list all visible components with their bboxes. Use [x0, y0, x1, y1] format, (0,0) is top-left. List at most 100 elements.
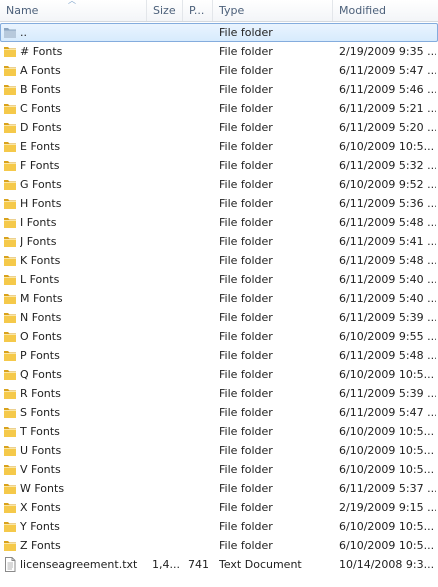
file-type: Text Document — [219, 558, 302, 571]
file-type: File folder — [219, 406, 273, 419]
folder-icon — [3, 234, 17, 249]
folder-icon — [3, 500, 17, 515]
file-modified: 6/11/2009 5:40 ... — [339, 273, 436, 286]
folder-icon — [3, 158, 17, 173]
folder-row[interactable]: M Fonts File folder 6/11/2009 5:40 ... — [0, 289, 438, 308]
file-p — [188, 23, 212, 42]
file-name: B Fonts — [20, 83, 61, 96]
file-name: E Fonts — [20, 140, 61, 153]
file-name: Z Fonts — [20, 539, 61, 552]
file-size — [152, 194, 184, 213]
file-modified: 6/11/2009 5:41 ... — [339, 235, 436, 248]
file-size — [152, 365, 184, 384]
folder-row[interactable]: D Fonts File folder 6/11/2009 5:20 ... — [0, 118, 438, 137]
folder-row[interactable]: S Fonts File folder 6/11/2009 5:47 ... — [0, 403, 438, 422]
file-type: File folder — [219, 387, 273, 400]
folder-icon — [3, 196, 17, 211]
file-list-view: ︿ Name Size P... Type Modified .. File fo… — [0, 0, 438, 587]
folder-row[interactable]: B Fonts File folder 6/11/2009 5:46 ... — [0, 80, 438, 99]
file-modified — [339, 23, 436, 42]
folder-row[interactable]: Q Fonts File folder 6/10/2009 10:5... — [0, 365, 438, 384]
column-header-size[interactable]: Size — [147, 0, 183, 21]
folder-icon — [3, 538, 17, 553]
file-type: File folder — [219, 520, 273, 533]
folder-row[interactable]: W Fonts File folder 6/11/2009 5:37 ... — [0, 479, 438, 498]
file-p — [188, 308, 212, 327]
file-name: Y Fonts — [20, 520, 60, 533]
file-modified: 6/10/2009 10:5... — [339, 463, 435, 476]
folder-row[interactable]: Y Fonts File folder 6/10/2009 10:5... — [0, 517, 438, 536]
folder-row[interactable]: C Fonts File folder 6/11/2009 5:21 ... — [0, 99, 438, 118]
file-name: X Fonts — [20, 501, 61, 514]
file-p — [188, 460, 212, 479]
file-size: 1,4... — [152, 558, 180, 571]
file-p — [188, 479, 212, 498]
file-name: D Fonts — [20, 121, 62, 134]
folder-row[interactable]: H Fonts File folder 6/11/2009 5:36 ... — [0, 194, 438, 213]
folder-row[interactable]: N Fonts File folder 6/11/2009 5:39 ... — [0, 308, 438, 327]
file-size — [152, 517, 184, 536]
file-p — [188, 118, 212, 137]
file-name: T Fonts — [20, 425, 60, 438]
folder-icon — [3, 63, 17, 78]
folder-row[interactable]: P Fonts File folder 6/11/2009 5:48 ... — [0, 346, 438, 365]
folder-row[interactable]: G Fonts File folder 6/10/2009 9:52 ... — [0, 175, 438, 194]
file-size — [152, 460, 184, 479]
folder-row[interactable]: K Fonts File folder 6/11/2009 5:48 ... — [0, 251, 438, 270]
file-size — [152, 422, 184, 441]
file-name: C Fonts — [20, 102, 61, 115]
file-name: V Fonts — [20, 463, 61, 476]
file-row[interactable]: licenseagreement.txt 1,4... 741 Text Docume… — [0, 555, 438, 574]
file-type: File folder — [219, 102, 273, 115]
file-size — [152, 232, 184, 251]
file-name: A Fonts — [20, 64, 61, 77]
file-p — [188, 99, 212, 118]
file-modified: 6/10/2009 10:5... — [339, 368, 435, 381]
folder-icon — [3, 329, 17, 344]
file-modified: 6/11/2009 5:20 ... — [339, 121, 436, 134]
column-header-p[interactable]: P... — [183, 0, 213, 21]
folder-icon — [3, 367, 17, 382]
folder-row[interactable]: J Fonts File folder 6/11/2009 5:41 ... — [0, 232, 438, 251]
column-header-type[interactable]: Type — [213, 0, 333, 21]
folder-icon — [3, 215, 17, 230]
folder-row[interactable]: R Fonts File folder 6/11/2009 5:39 ... — [0, 384, 438, 403]
folder-row[interactable]: V Fonts File folder 6/10/2009 10:5... — [0, 460, 438, 479]
file-type: File folder — [219, 254, 273, 267]
file-name: G Fonts — [20, 178, 62, 191]
file-p — [188, 175, 212, 194]
folder-row[interactable]: T Fonts File folder 6/10/2009 10:5... — [0, 422, 438, 441]
file-type: File folder — [219, 140, 273, 153]
folder-row[interactable]: Z Fonts File folder 6/10/2009 10:5... — [0, 536, 438, 555]
file-type: File folder — [219, 330, 273, 343]
file-type: File folder — [219, 444, 273, 457]
file-modified: 6/10/2009 10:5... — [339, 539, 435, 552]
folder-row[interactable]: A Fonts File folder 6/11/2009 5:47 ... — [0, 61, 438, 80]
folder-icon — [3, 519, 17, 534]
folder-row[interactable]: X Fonts File folder 2/19/2009 9:15 ... — [0, 498, 438, 517]
file-type: File folder — [219, 292, 273, 305]
folder-row[interactable]: O Fonts File folder 6/10/2009 9:55 ... — [0, 327, 438, 346]
folder-row[interactable]: I Fonts File folder 6/11/2009 5:48 ... — [0, 213, 438, 232]
file-name: .. — [20, 26, 27, 39]
file-type: File folder — [219, 83, 273, 96]
up-folder-icon — [3, 25, 17, 40]
folder-icon — [3, 82, 17, 97]
column-header-modified[interactable]: Modified — [333, 0, 438, 21]
file-type: File folder — [219, 159, 273, 172]
column-header-name[interactable]: ︿ Name — [0, 0, 147, 21]
folder-row[interactable]: # Fonts File folder 2/19/2009 9:35 ... — [0, 42, 438, 61]
file-p — [188, 42, 212, 61]
folder-row[interactable]: U Fonts File folder 6/10/2009 10:5... — [0, 441, 438, 460]
file-size — [152, 384, 184, 403]
folder-icon — [3, 291, 17, 306]
file-name: I Fonts — [20, 216, 57, 229]
file-p — [188, 61, 212, 80]
folder-row[interactable]: F Fonts File folder 6/11/2009 5:32 ... — [0, 156, 438, 175]
folder-row[interactable]: L Fonts File folder 6/11/2009 5:40 ... — [0, 270, 438, 289]
file-p — [188, 156, 212, 175]
file-modified: 2/19/2009 9:35 ... — [339, 45, 436, 58]
folder-row[interactable]: E Fonts File folder 6/10/2009 10:5... — [0, 137, 438, 156]
folder-icon — [3, 253, 17, 268]
parent-folder-row[interactable]: .. File folder — [0, 23, 438, 42]
